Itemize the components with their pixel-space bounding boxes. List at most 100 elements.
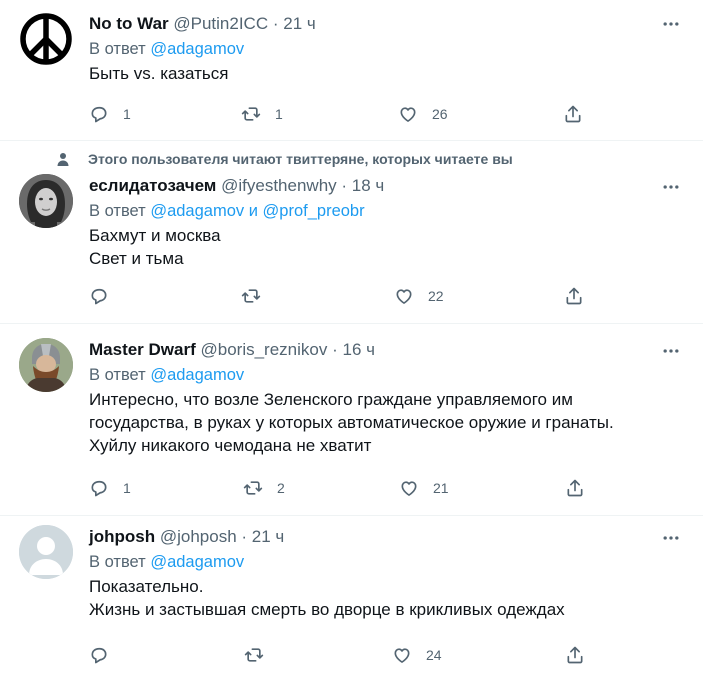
tweet-actions: 24	[89, 643, 609, 667]
share-icon	[567, 479, 583, 497]
author-name[interactable]: No to War	[89, 14, 169, 33]
reply-count: 1	[123, 106, 131, 122]
heart-icon	[396, 289, 412, 304]
tweet-header: johposh @johposh · 21 ч	[89, 527, 285, 546]
reply-icon	[91, 106, 107, 123]
retweet-button[interactable]	[241, 284, 275, 308]
reply-and: и	[248, 202, 258, 220]
reply-button[interactable]: 1	[89, 102, 131, 126]
peace-sign-icon	[20, 13, 72, 65]
mention-link[interactable]: @prof_preobr	[263, 202, 365, 220]
share-button[interactable]	[565, 643, 585, 667]
default-avatar-icon	[19, 525, 73, 579]
mention-link[interactable]: @adagamov	[150, 553, 244, 571]
tweet-text-line: Свет и тьма	[89, 249, 184, 268]
more-options-icon[interactable]	[661, 177, 681, 197]
tweet-time[interactable]: 18 ч	[352, 176, 385, 195]
reply-prefix: В ответ	[89, 40, 146, 58]
face-photo-icon	[19, 174, 73, 228]
more-options-icon[interactable]	[661, 14, 681, 34]
author-handle[interactable]: @Putin2ICC	[173, 14, 268, 33]
reply-context: В ответ @adagamov	[89, 364, 663, 386]
share-button[interactable]	[565, 476, 585, 500]
reply-icon	[91, 288, 107, 305]
reply-count: 1	[123, 480, 131, 496]
tweet-text: Показательно. Жизнь и застывшая смерть в…	[89, 575, 663, 621]
author-name[interactable]: johposh	[89, 527, 155, 546]
retweet-icon	[241, 107, 261, 121]
like-button[interactable]: 22	[394, 284, 444, 308]
tweet-actions: 1 1 26	[89, 102, 609, 126]
tweet-text-line: государства, в руках у которых автоматич…	[89, 413, 614, 432]
reply-button[interactable]	[89, 284, 123, 308]
share-icon	[567, 646, 583, 664]
social-context: Этого пользователя читают твиттеряне, ко…	[56, 151, 513, 167]
like-count: 21	[433, 480, 449, 496]
dwarf-photo-icon	[19, 338, 73, 392]
author-name[interactable]: Master Dwarf	[89, 340, 196, 359]
tweet-time[interactable]: 21 ч	[283, 14, 316, 33]
reply-icon	[91, 647, 107, 664]
tweet-card[interactable]: Master Dwarf @boris_reznikov · 16 ч В от…	[0, 324, 703, 516]
like-count: 26	[432, 106, 448, 122]
person-icon	[57, 153, 69, 166]
like-button[interactable]: 24	[392, 643, 442, 667]
tweet-header: еслидатозачем @ifyesthenwhy · 18 ч	[89, 176, 385, 195]
mention-link[interactable]: @adagamov	[150, 40, 244, 58]
retweet-button[interactable]: 1	[241, 102, 283, 126]
tweet-text: Быть vs. казаться	[89, 62, 663, 85]
tweet-time[interactable]: 16 ч	[343, 340, 376, 359]
tweet-actions: 1 2 21	[89, 476, 609, 500]
tweet-header: No to War @Putin2ICC · 21 ч	[89, 14, 316, 33]
avatar[interactable]	[19, 338, 73, 392]
retweet-icon	[244, 648, 264, 662]
tweet-text-line: Быть vs. казаться	[89, 64, 229, 83]
reply-context: В ответ @adagamov	[89, 38, 663, 60]
retweet-count: 1	[275, 106, 283, 122]
tweet-text-line: Хуйлу никакого чемодана не хватит	[89, 436, 372, 455]
reply-button[interactable]: 1	[89, 476, 131, 500]
tweet-text: Бахмут и москва Свет и тьма	[89, 224, 663, 270]
tweet-card[interactable]: johposh @johposh · 21 ч В ответ @adagamo…	[0, 516, 703, 681]
author-handle[interactable]: @johposh	[160, 527, 237, 546]
reply-prefix: В ответ	[89, 202, 146, 220]
share-button[interactable]	[564, 284, 584, 308]
like-button[interactable]: 21	[399, 476, 449, 500]
more-options-icon[interactable]	[661, 528, 681, 548]
tweet-text-line: Жизнь и застывшая смерть во дворце в кри…	[89, 600, 565, 619]
mention-link[interactable]: @adagamov	[150, 202, 244, 220]
retweet-button[interactable]	[244, 643, 278, 667]
like-count: 24	[426, 647, 442, 663]
share-icon	[565, 105, 581, 123]
tweet-time[interactable]: 21 ч	[252, 527, 285, 546]
retweet-button[interactable]: 2	[243, 476, 285, 500]
tweet-card[interactable]: Этого пользователя читают твиттеряне, ко…	[0, 141, 703, 324]
avatar[interactable]	[19, 12, 73, 66]
heart-icon	[394, 648, 410, 663]
like-count: 22	[428, 288, 444, 304]
tweet-text: Интересно, что возле Зеленского граждане…	[89, 388, 663, 457]
social-context-text: Этого пользователя читают твиттеряне, ко…	[88, 151, 513, 167]
author-handle[interactable]: @ifyesthenwhy	[221, 176, 337, 195]
reply-icon	[91, 480, 107, 497]
tweet-actions: 22	[89, 284, 609, 308]
retweet-icon	[241, 289, 261, 303]
share-button[interactable]	[563, 102, 583, 126]
avatar[interactable]	[19, 174, 73, 228]
tweet-card[interactable]: No to War @Putin2ICC · 21 ч В ответ @ada…	[0, 0, 703, 141]
author-handle[interactable]: @boris_reznikov	[201, 340, 328, 359]
avatar[interactable]	[19, 525, 73, 579]
reply-prefix: В ответ	[89, 366, 146, 384]
reply-context: В ответ @adagamov и @prof_preobr	[89, 200, 663, 222]
reply-context: В ответ @adagamov	[89, 551, 663, 573]
like-button[interactable]: 26	[398, 102, 448, 126]
tweet-header: Master Dwarf @boris_reznikov · 16 ч	[89, 340, 376, 359]
reply-button[interactable]	[89, 643, 123, 667]
author-name[interactable]: еслидатозачем	[89, 176, 216, 195]
tweet-text-line: Интересно, что возле Зеленского граждане…	[89, 390, 573, 409]
more-options-icon[interactable]	[661, 341, 681, 361]
tweet-text-line: Бахмут и москва	[89, 226, 221, 245]
retweet-count: 2	[277, 480, 285, 496]
mention-link[interactable]: @adagamov	[150, 366, 244, 384]
tweet-text-line: Показательно.	[89, 577, 204, 596]
